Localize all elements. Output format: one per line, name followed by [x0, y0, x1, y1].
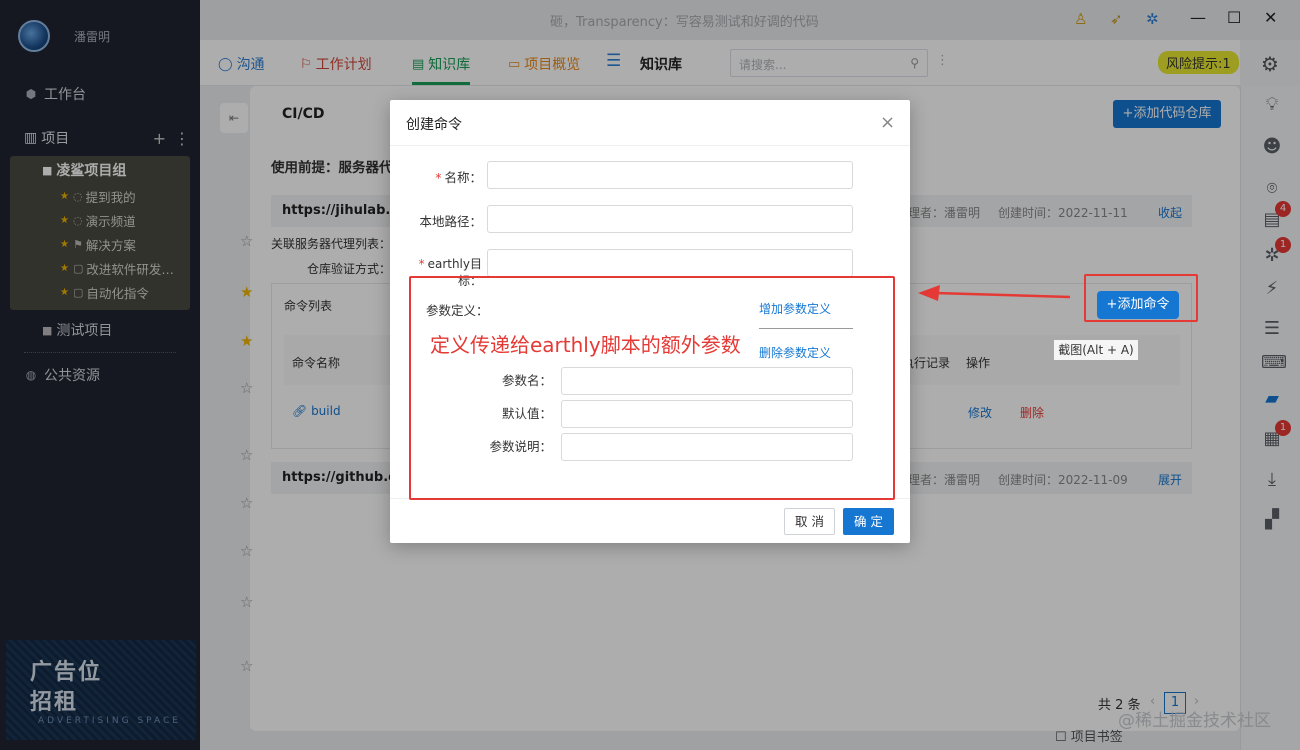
target-input[interactable]	[487, 249, 853, 277]
ok-button[interactable]: 确 定	[843, 508, 894, 535]
name-input[interactable]	[487, 161, 853, 189]
dialog-title: 创建命令	[406, 117, 462, 133]
highlight-box	[409, 276, 895, 500]
path-label: 本地路径：	[419, 214, 482, 229]
annotation-text: 定义传递给earthly脚本的额外参数	[430, 333, 741, 357]
close-icon[interactable]: ×	[880, 112, 895, 133]
name-label: * 名称：	[435, 170, 482, 185]
path-input[interactable]	[487, 205, 853, 233]
divider	[390, 145, 910, 146]
cancel-button[interactable]: 取 消	[784, 508, 835, 535]
